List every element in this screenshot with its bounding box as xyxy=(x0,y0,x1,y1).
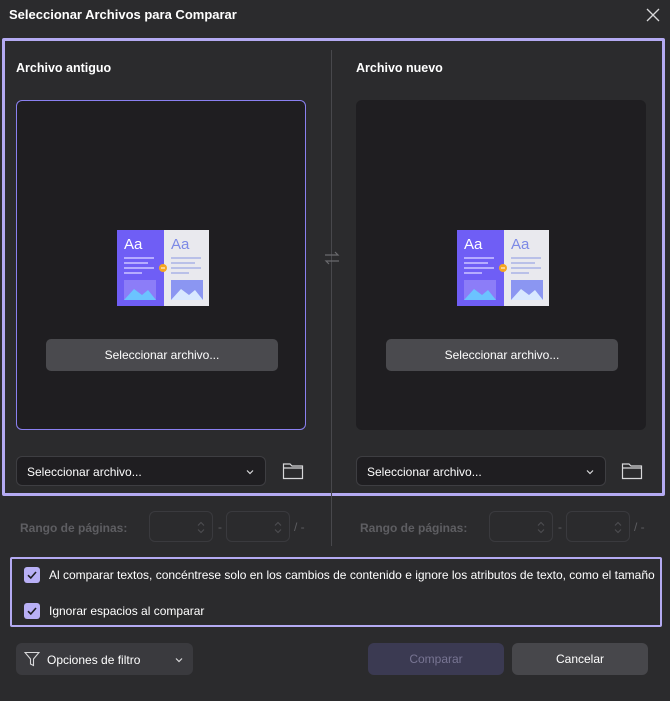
close-icon xyxy=(646,8,660,22)
new-page-range-label: Rango de páginas: xyxy=(360,521,468,535)
old-browse-folder-button[interactable] xyxy=(282,461,304,481)
new-range-start-input[interactable] xyxy=(489,511,553,542)
chevron-down-icon xyxy=(246,470,254,475)
old-file-drop-zone[interactable]: Aa Aa Seleccionar archivo... xyxy=(16,100,306,430)
stepper-arrows-icon xyxy=(197,521,205,534)
stepper-arrows-icon xyxy=(274,521,282,534)
content-only-checkbox[interactable] xyxy=(24,567,40,583)
old-file-title: Archivo antiguo xyxy=(16,61,112,75)
panel-divider xyxy=(331,50,332,546)
dialog-title: Seleccionar Archivos para Comparar xyxy=(9,7,237,22)
compare-button[interactable]: Comparar xyxy=(368,643,504,675)
filter-icon xyxy=(24,651,40,667)
filter-options-button[interactable]: Opciones de filtro xyxy=(16,643,193,675)
new-browse-folder-button[interactable] xyxy=(621,461,643,481)
chevron-down-icon xyxy=(586,470,594,475)
stepper-arrows-icon xyxy=(537,521,545,534)
title-bar: Seleccionar Archivos para Comparar xyxy=(0,0,670,30)
old-range-end-input[interactable] xyxy=(226,511,290,542)
folder-icon xyxy=(621,463,643,480)
new-file-dropdown[interactable]: Seleccionar archivo... xyxy=(356,456,606,486)
new-file-dropdown-value: Seleccionar archivo... xyxy=(367,465,482,479)
old-range-total: / - xyxy=(294,520,305,534)
new-range-total: / - xyxy=(634,520,645,534)
stepper-arrows-icon xyxy=(614,521,622,534)
svg-text:Aa: Aa xyxy=(511,236,530,253)
filter-options-label: Opciones de filtro xyxy=(47,653,141,667)
content-only-label: Al comparar textos, concéntrese solo en … xyxy=(49,568,655,582)
old-file-dropdown-value: Seleccionar archivo... xyxy=(27,465,142,479)
ignore-spaces-label: Ignorar espacios al comparar xyxy=(49,604,205,618)
svg-text:Aa: Aa xyxy=(464,236,483,253)
document-compare-icon: Aa Aa xyxy=(456,229,550,307)
old-range-start-input[interactable] xyxy=(149,511,213,542)
ignore-spaces-checkbox[interactable] xyxy=(24,603,40,619)
svg-text:Aa: Aa xyxy=(171,236,190,253)
chevron-down-icon xyxy=(175,658,183,663)
svg-text:Aa: Aa xyxy=(124,236,143,253)
compare-files-dialog: Seleccionar Archivos para Comparar Archi… xyxy=(0,0,670,701)
new-file-drop-zone[interactable]: Aa Aa Seleccionar archivo... xyxy=(356,100,646,430)
new-range-dash: - xyxy=(558,520,562,534)
check-icon xyxy=(27,607,37,616)
old-file-dropdown[interactable]: Seleccionar archivo... xyxy=(16,456,266,486)
close-button[interactable] xyxy=(642,4,664,26)
check-icon xyxy=(27,571,37,580)
old-range-dash: - xyxy=(218,520,222,534)
new-range-end-input[interactable] xyxy=(566,511,630,542)
folder-icon xyxy=(282,463,304,480)
old-select-file-button[interactable]: Seleccionar archivo... xyxy=(46,339,278,371)
swap-files-button[interactable] xyxy=(323,249,341,267)
new-file-title: Archivo nuevo xyxy=(356,61,443,75)
swap-arrows-icon xyxy=(324,251,340,265)
cancel-button[interactable]: Cancelar xyxy=(512,643,648,675)
document-compare-icon: Aa Aa xyxy=(116,229,210,307)
new-select-file-button[interactable]: Seleccionar archivo... xyxy=(386,339,618,371)
old-page-range-label: Rango de páginas: xyxy=(20,521,128,535)
